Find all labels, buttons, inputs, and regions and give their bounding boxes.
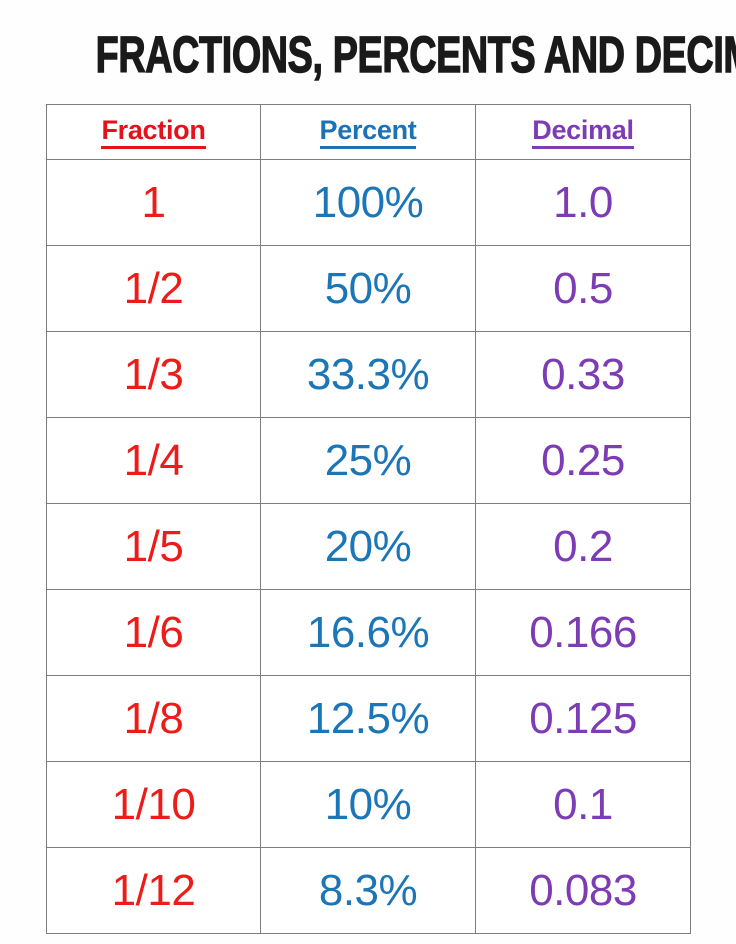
cell-fraction: 1/5 (46, 503, 261, 590)
column-header-percent-label: Percent (319, 115, 417, 149)
cell-fraction: 1/6 (46, 589, 261, 676)
cell-decimal: 0.33 (475, 331, 691, 418)
table-row: 1/4 25% 0.25 (46, 417, 691, 504)
cell-fraction-value: 1/4 (123, 435, 184, 485)
cell-percent-value: 25% (324, 435, 412, 485)
cell-decimal: 0.083 (475, 847, 691, 934)
cell-decimal-value: 1.0 (553, 177, 613, 227)
cell-percent: 25% (260, 417, 476, 504)
cell-percent: 8.3% (260, 847, 476, 934)
cell-fraction-value: 1/2 (123, 263, 184, 313)
cell-percent: 12.5% (260, 675, 476, 762)
table-row: 1/6 16.6% 0.166 (46, 589, 691, 676)
table-row: 1/10 10% 0.1 (46, 761, 691, 848)
cell-percent-value: 20% (324, 521, 412, 571)
cell-decimal-value: 0.2 (553, 521, 613, 571)
cell-decimal: 1.0 (475, 159, 691, 246)
cell-percent-value: 8.3% (318, 865, 418, 915)
table-body: 1 100% 1.0 1/2 50% 0.5 1/3 33.3% 0.33 1/… (46, 159, 691, 934)
cell-decimal: 0.25 (475, 417, 691, 504)
cell-fraction: 1/10 (46, 761, 261, 848)
column-header-fraction-label: Fraction (101, 115, 206, 149)
table-row: 1/8 12.5% 0.125 (46, 675, 691, 762)
cell-decimal: 0.125 (475, 675, 691, 762)
cell-percent: 16.6% (260, 589, 476, 676)
cell-decimal-value: 0.083 (529, 865, 637, 915)
cell-decimal-value: 0.166 (529, 607, 637, 657)
cell-percent-value: 10% (324, 779, 412, 829)
cell-percent: 33.3% (260, 331, 476, 418)
page-title: FRACTIONS, PERCENTS AND DECIMALS (95, 26, 736, 83)
cell-percent-value: 16.6% (306, 607, 430, 657)
cell-decimal-value: 0.33 (541, 349, 625, 399)
worksheet-page: FRACTIONS, PERCENTS AND DECIMALS Fractio… (0, 0, 736, 944)
cell-percent-value: 12.5% (306, 693, 430, 743)
table-row: 1/12 8.3% 0.083 (46, 847, 691, 934)
cell-fraction-value: 1/10 (111, 779, 196, 829)
cell-decimal-value: 0.125 (529, 693, 637, 743)
table-row: 1/2 50% 0.5 (46, 245, 691, 332)
column-header-fraction: Fraction (46, 104, 261, 160)
cell-fraction: 1/12 (46, 847, 261, 934)
cell-decimal: 0.2 (475, 503, 691, 590)
cell-percent-value: 33.3% (306, 349, 430, 399)
cell-fraction: 1/3 (46, 331, 261, 418)
cell-percent: 100% (260, 159, 476, 246)
cell-fraction: 1/4 (46, 417, 261, 504)
cell-fraction-value: 1 (141, 177, 166, 227)
cell-decimal: 0.1 (475, 761, 691, 848)
cell-percent: 20% (260, 503, 476, 590)
column-header-decimal: Decimal (475, 104, 691, 160)
cell-fraction-value: 1/12 (111, 865, 196, 915)
cell-percent: 50% (260, 245, 476, 332)
cell-decimal-value: 0.5 (553, 263, 613, 313)
cell-fraction: 1/2 (46, 245, 261, 332)
cell-fraction-value: 1/6 (123, 607, 184, 657)
column-header-decimal-label: Decimal (532, 115, 634, 149)
conversion-table: Fraction Percent Decimal 1 100% 1.0 1/2 … (46, 104, 691, 934)
cell-decimal: 0.5 (475, 245, 691, 332)
cell-percent: 10% (260, 761, 476, 848)
cell-percent-value: 50% (324, 263, 412, 313)
cell-fraction: 1 (46, 159, 261, 246)
table-row: 1/5 20% 0.2 (46, 503, 691, 590)
cell-decimal-value: 0.25 (541, 435, 625, 485)
cell-decimal-value: 0.1 (553, 779, 613, 829)
cell-fraction: 1/8 (46, 675, 261, 762)
table-header-row: Fraction Percent Decimal (46, 104, 691, 160)
table-row: 1 100% 1.0 (46, 159, 691, 246)
table-header: Fraction Percent Decimal (46, 104, 691, 160)
cell-fraction-value: 1/5 (123, 521, 184, 571)
cell-decimal: 0.166 (475, 589, 691, 676)
column-header-percent: Percent (260, 104, 476, 160)
cell-percent-value: 100% (312, 177, 424, 227)
cell-fraction-value: 1/8 (123, 693, 184, 743)
cell-fraction-value: 1/3 (123, 349, 184, 399)
table-row: 1/3 33.3% 0.33 (46, 331, 691, 418)
